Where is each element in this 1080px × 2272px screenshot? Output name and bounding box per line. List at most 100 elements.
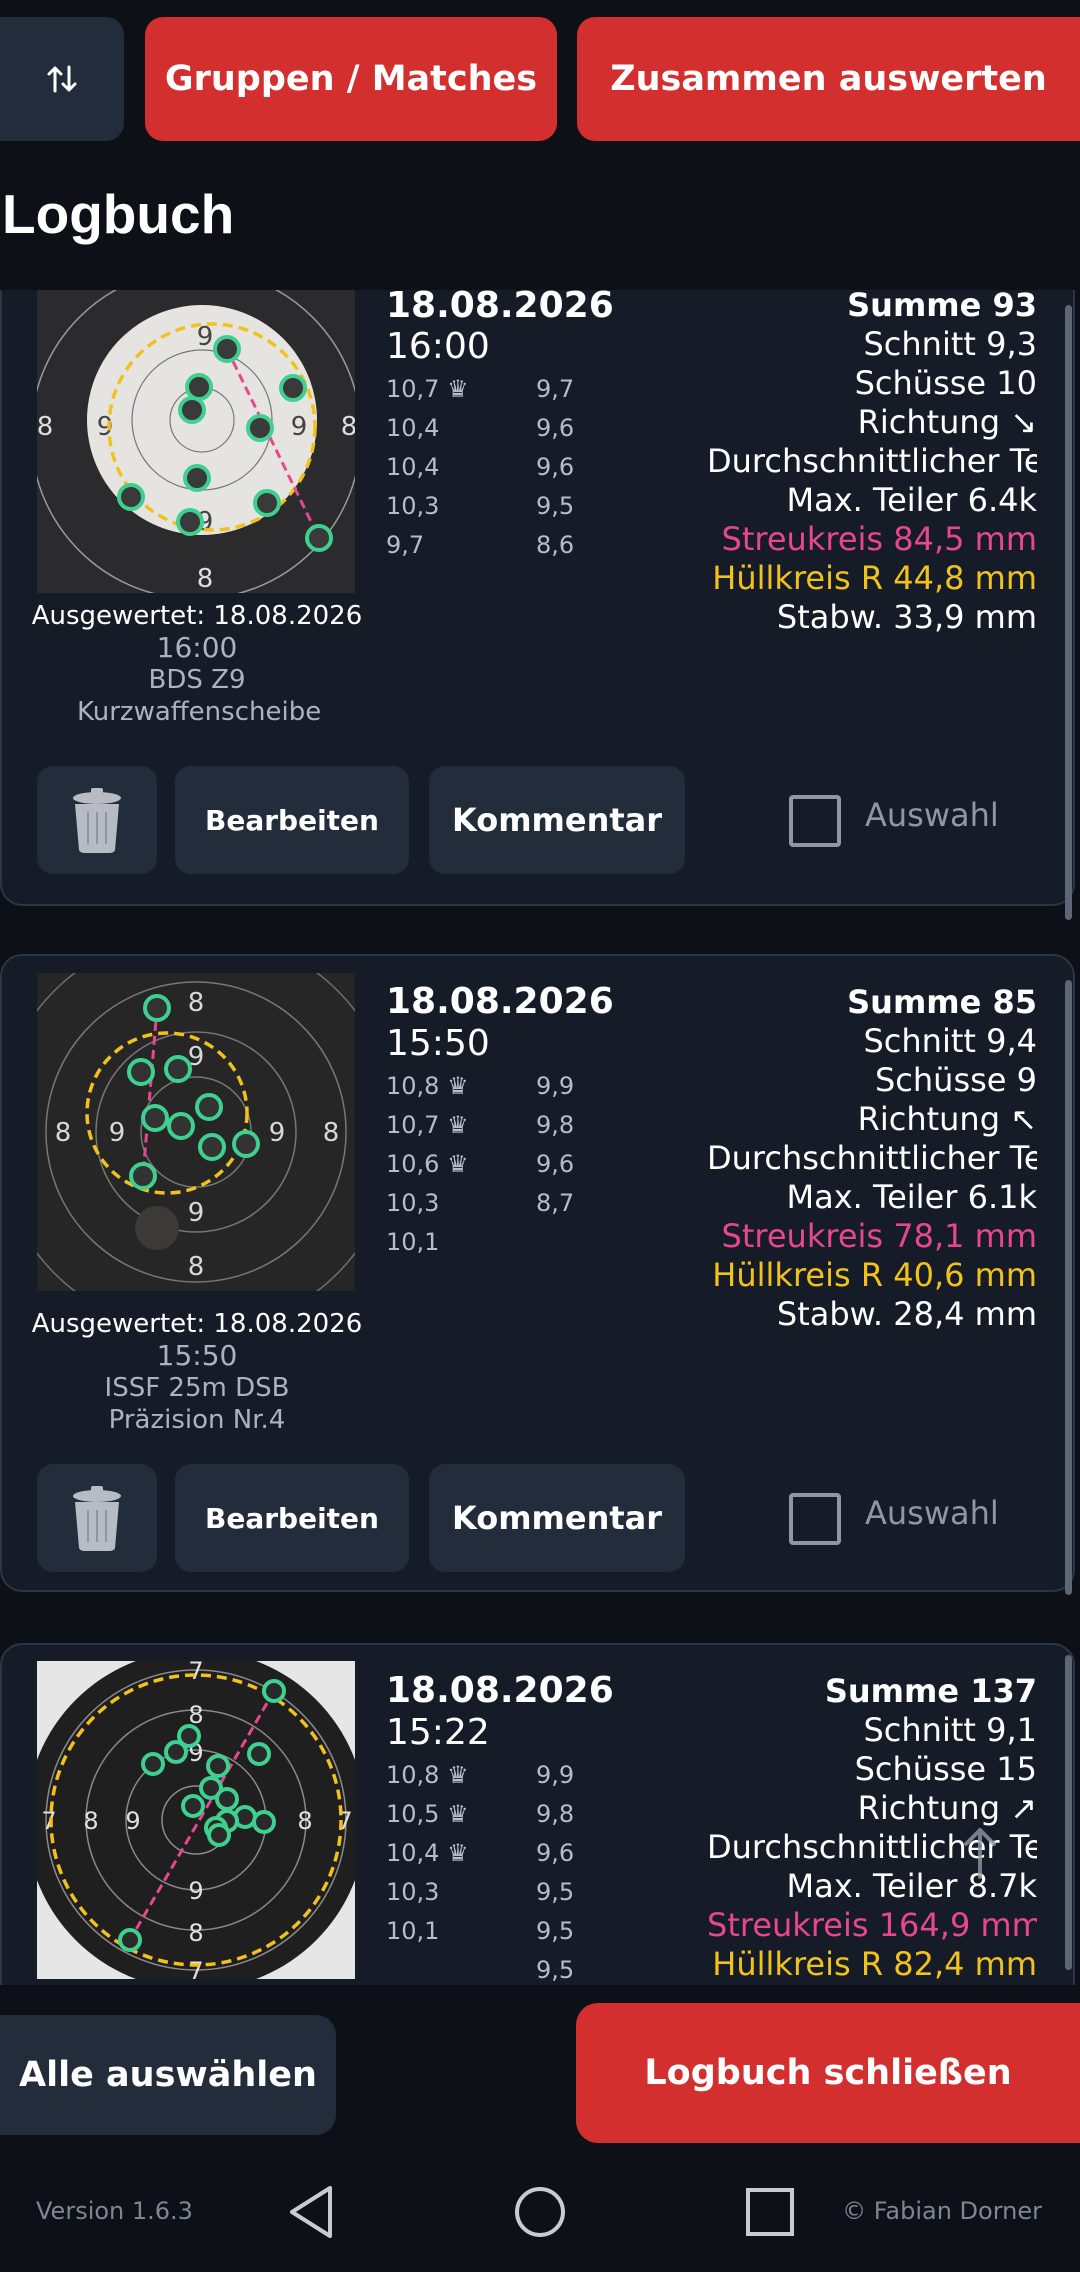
shot-value: 9,8 <box>536 1111 575 1139</box>
sort-arrows-icon <box>47 65 77 93</box>
shot-value: 10,8 ♛ <box>386 1072 469 1100</box>
select-all-button[interactable]: Alle auswählen <box>0 2015 336 2135</box>
top-bar: Gruppen / Matches Zusammen auswerten <box>0 0 1080 160</box>
groups-matches-button[interactable]: Gruppen / Matches <box>145 17 557 141</box>
target-thumbnail[interactable]: 7 8 7 8 9 9 8 7 9 8 7 <box>37 1661 355 1979</box>
shot-value: 10,4 <box>386 414 440 442</box>
shot-value: 9,7 <box>536 375 575 403</box>
evaluation-info: Ausgewertet: 18.08.2026 15:50 ISSF 25m D… <box>22 1308 372 1436</box>
entry-stats: Summe 85 Schnitt 9,4 Schüsse 9 Richtung … <box>707 983 1037 1334</box>
target-ring-label: 8 <box>37 412 53 442</box>
bottom-bar: Alle auswählen Logbuch schließen Version… <box>0 1985 1080 2272</box>
shot-value: 8,7 <box>536 1189 575 1217</box>
target-ring-label: 7 <box>188 1661 203 1685</box>
entry-time: 15:22 <box>386 1712 490 1753</box>
stat-streukreis: Streukreis 164,9 mm <box>707 1906 1037 1944</box>
stat-huellkreis: Hüllkreis R 82,4 mm <box>712 1945 1037 1983</box>
target-ring-label: 8 <box>197 290 214 292</box>
logbook-entry: 8 9 9 8 9 8 9 9 8 <box>0 290 1075 906</box>
trash-icon <box>73 1486 121 1551</box>
back-icon[interactable] <box>286 2182 336 2242</box>
stat-stddev: Stabw. 33,9 mm <box>776 598 1037 636</box>
logbook-entry: 8 9 8 9 9 8 9 8 Ausgewertet: 18.08.2026 … <box>0 954 1075 1592</box>
close-logbook-button[interactable]: Logbuch schließen <box>576 2003 1080 2143</box>
shot-value: 9,6 <box>536 1839 575 1867</box>
target-type: BDS Z9 Kurzwaffenscheibe <box>77 665 322 727</box>
edit-button[interactable]: Bearbeiten <box>175 1464 409 1572</box>
entry-time: 16:00 <box>386 326 490 367</box>
target-ring-label: 8 <box>188 1919 203 1947</box>
stat-average: Schnitt 9,3 <box>863 325 1037 363</box>
logbook-list[interactable]: 8 9 9 8 9 8 9 9 8 <box>0 290 1080 1985</box>
shot-value: 9,6 <box>536 1150 575 1178</box>
shot-value: 10,5 ♛ <box>386 1800 469 1828</box>
shot-value: 10,1 <box>386 1228 440 1256</box>
entry-date: 18.08.2026 <box>386 981 614 1022</box>
comment-button[interactable]: Kommentar <box>429 766 685 874</box>
shot-value: 9,9 <box>536 1072 575 1100</box>
target-ring-label: 8 <box>297 1807 312 1835</box>
select-checkbox[interactable] <box>789 795 841 847</box>
shot-value: 10,4 <box>386 453 440 481</box>
delete-button[interactable] <box>37 766 157 874</box>
stat-shots: Schüsse 10 <box>854 364 1037 402</box>
recents-icon[interactable] <box>742 2182 798 2242</box>
scroll-up-icon[interactable] <box>960 1822 1000 1882</box>
stat-direction: Richtung ↖ <box>857 1100 1037 1138</box>
shot-value: 9,5 <box>536 1917 575 1945</box>
entry-date: 18.08.2026 <box>386 290 614 326</box>
comment-button[interactable]: Kommentar <box>429 1464 685 1572</box>
edit-button[interactable]: Bearbeiten <box>175 766 409 874</box>
shot-value: 9,9 <box>536 1761 575 1789</box>
select-label: Auswahl <box>865 796 999 834</box>
target-ring-label: 8 <box>55 1118 72 1148</box>
stat-stddev: Stabw. 28,4 mm <box>776 1295 1037 1333</box>
shot-value: 9,5 <box>536 492 575 520</box>
target-ring-label: 8 <box>83 1807 98 1835</box>
target-thumbnail[interactable]: 8 9 9 8 9 8 9 9 8 <box>37 290 355 593</box>
stat-shots: Schüsse 15 <box>854 1750 1037 1788</box>
system-navigation-bar: Version 1.6.3 © Fabian Dorner <box>0 2157 1080 2272</box>
stat-avg-teiler: Durchschnittlicher Teiler 3.2k <box>707 442 1037 480</box>
shot-value: 10,4 ♛ <box>386 1839 469 1867</box>
target-ring-label: 7 <box>41 1807 56 1835</box>
shot-value: 10,7 ♛ <box>386 1111 469 1139</box>
shot-value: 9,5 <box>536 1878 575 1906</box>
stat-sum: Summe 85 <box>847 983 1037 1021</box>
stat-streukreis: Streukreis 78,1 mm <box>721 1217 1037 1255</box>
entry-date: 18.08.2026 <box>386 1670 614 1711</box>
select-checkbox[interactable] <box>789 1493 841 1545</box>
scrollbar[interactable] <box>1065 1655 1072 1970</box>
evaluate-together-button[interactable]: Zusammen auswerten <box>577 17 1080 141</box>
shot-value: 9,6 <box>536 453 575 481</box>
target-thumbnail[interactable]: 8 9 8 9 9 8 9 8 <box>37 973 355 1291</box>
target-ring-label: 8 <box>188 988 205 1018</box>
shot-value: 9,8 <box>536 1800 575 1828</box>
shot-value: 10,6 ♛ <box>386 1150 469 1178</box>
stat-sum: Summe 137 <box>824 1672 1037 1710</box>
shot-value: 10,3 <box>386 492 440 520</box>
target-ring-label: 7 <box>188 1957 203 1979</box>
shot-value: 10,1 <box>386 1917 440 1945</box>
shot-value: 9,5 <box>536 1956 575 1984</box>
stat-average: Schnitt 9,1 <box>863 1711 1037 1749</box>
sort-button[interactable] <box>0 17 124 141</box>
scrollbar[interactable] <box>1065 305 1072 920</box>
target-type: ISSF 25m DSB Präzision Nr.4 <box>104 1373 290 1435</box>
shot-value: 10,3 <box>386 1878 440 1906</box>
shot-value: 10,8 ♛ <box>386 1761 469 1789</box>
evaluated-time: 16:00 <box>156 631 238 664</box>
scrollbar[interactable] <box>1065 980 1072 1595</box>
evaluated-date: Ausgewertet: 18.08.2026 <box>31 601 363 631</box>
target-ring-label: 9 <box>125 1807 140 1835</box>
logbook-entry: 7 8 7 8 9 9 8 7 9 8 7 18.08.2026 15:22 1… <box>0 1643 1075 1985</box>
shot-value: 9,6 <box>536 414 575 442</box>
home-icon[interactable] <box>512 2182 568 2242</box>
evaluation-info: Ausgewertet: 18.08.2026 16:00 BDS Z9 Kur… <box>22 600 372 728</box>
stat-max-teiler: Max. Teiler 6.1k <box>786 1178 1037 1216</box>
delete-button[interactable] <box>37 1464 157 1572</box>
target-ring-label: 8 <box>341 412 355 442</box>
stat-huellkreis: Hüllkreis R 44,8 mm <box>712 559 1037 597</box>
target-ring-label: 8 <box>197 564 214 593</box>
shot-value: 9,7 <box>386 531 425 559</box>
